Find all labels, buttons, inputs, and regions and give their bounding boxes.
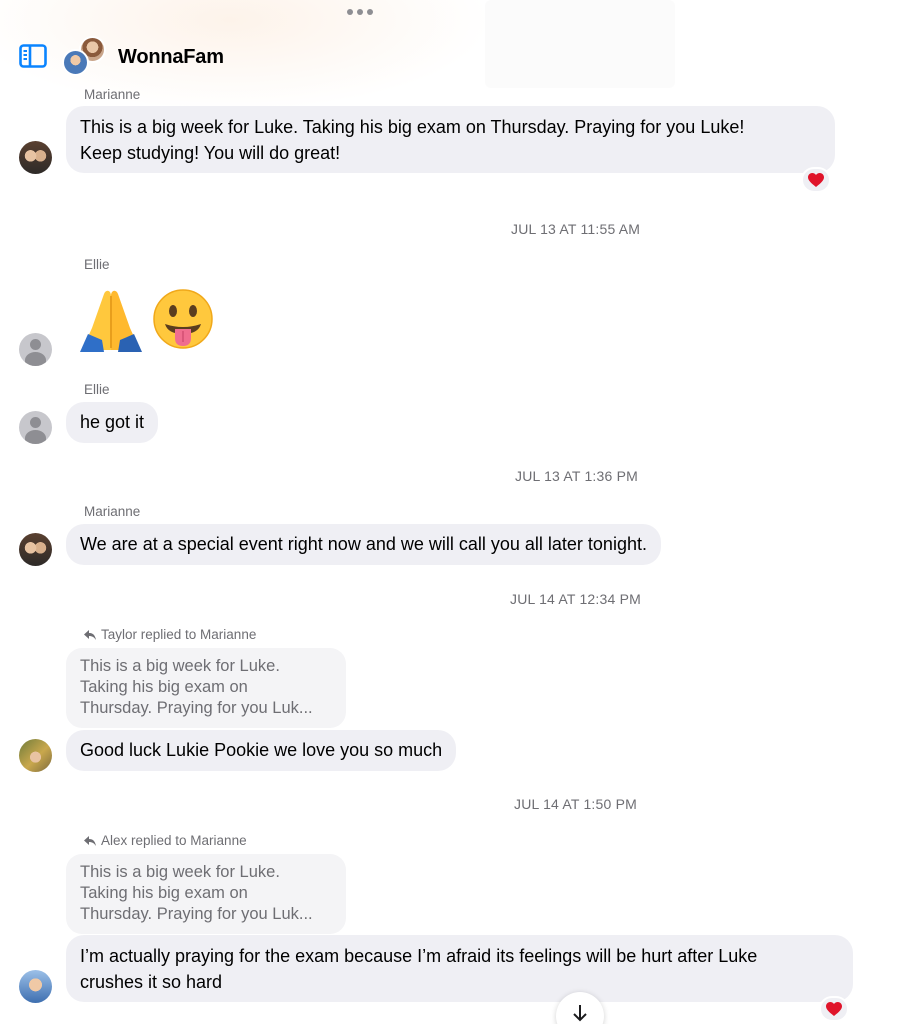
sidebar-toggle-icon[interactable] (19, 44, 47, 68)
message-bubble[interactable]: I’m actually praying for the exam becaus… (66, 935, 853, 1002)
avatar[interactable] (19, 141, 52, 174)
arrow-down-icon (573, 1005, 587, 1022)
avatar[interactable] (19, 970, 52, 1003)
conversation-title[interactable]: WonnaFam (118, 46, 224, 69)
message-text: Good luck Lukie Pookie we love you so mu… (80, 740, 443, 760)
emoji-message[interactable] (78, 288, 214, 352)
message-text: crushes it so hard (80, 972, 223, 992)
timestamp: JUL 13 AT 1:36 PM (515, 468, 638, 484)
message-bubble[interactable]: We are at a special event right now and … (66, 524, 661, 565)
folded-hands-emoji (80, 290, 142, 352)
avatar[interactable] (19, 333, 52, 366)
sender-name: Ellie (84, 382, 110, 397)
quote-line: This is a big week for Luke. (80, 863, 280, 881)
more-dots-icon[interactable] (347, 9, 373, 15)
message-text: he got it (80, 412, 145, 432)
message-text: This is a big week for Luke. Taking his … (80, 117, 745, 137)
header-background-shade (485, 0, 675, 88)
message-bubble[interactable]: This is a big week for Luke. Taking his … (66, 106, 835, 173)
reply-arrow-icon (84, 629, 96, 640)
quote-line: Thursday. Praying for you Luk... (80, 699, 313, 717)
group-avatar[interactable] (62, 36, 108, 80)
quote-line: Taking his big exam on (80, 678, 248, 696)
timestamp: JUL 14 AT 1:50 PM (514, 796, 637, 812)
message-bubble[interactable]: Good luck Lukie Pookie we love you so mu… (66, 730, 457, 771)
reply-label-text: Taylor replied to Marianne (101, 627, 257, 642)
quoted-message[interactable]: This is a big week for Luke. Taking his … (66, 854, 346, 934)
message-bubble[interactable]: he got it (66, 402, 159, 443)
message-text: Keep studying! You will do great! (80, 143, 341, 163)
tongue-out-face-emoji (153, 289, 213, 349)
sender-name: Ellie (84, 257, 110, 272)
timestamp: JUL 14 AT 12:34 PM (510, 591, 641, 607)
reply-label-text: Alex replied to Marianne (101, 833, 247, 848)
heart-icon[interactable] (801, 167, 831, 193)
quote-line: Thursday. Praying for you Luk... (80, 905, 313, 923)
heart-icon[interactable] (819, 996, 849, 1022)
avatar[interactable] (19, 533, 52, 566)
quoted-message[interactable]: This is a big week for Luke. Taking his … (66, 648, 346, 728)
member-avatar (62, 49, 89, 76)
sender-name: Marianne (84, 504, 141, 519)
avatar[interactable] (19, 411, 52, 444)
message-text: We are at a special event right now and … (80, 534, 647, 554)
quote-line: Taking his big exam on (80, 884, 248, 902)
sender-name: Marianne (84, 87, 141, 102)
timestamp: JUL 13 AT 11:55 AM (511, 221, 641, 237)
reply-label: Taylor replied to Marianne (84, 627, 256, 642)
reply-label: Alex replied to Marianne (84, 833, 247, 848)
quote-line: This is a big week for Luke. (80, 657, 280, 675)
reply-arrow-icon (84, 835, 96, 846)
message-text: I’m actually praying for the exam becaus… (80, 946, 758, 966)
avatar[interactable] (19, 739, 52, 772)
